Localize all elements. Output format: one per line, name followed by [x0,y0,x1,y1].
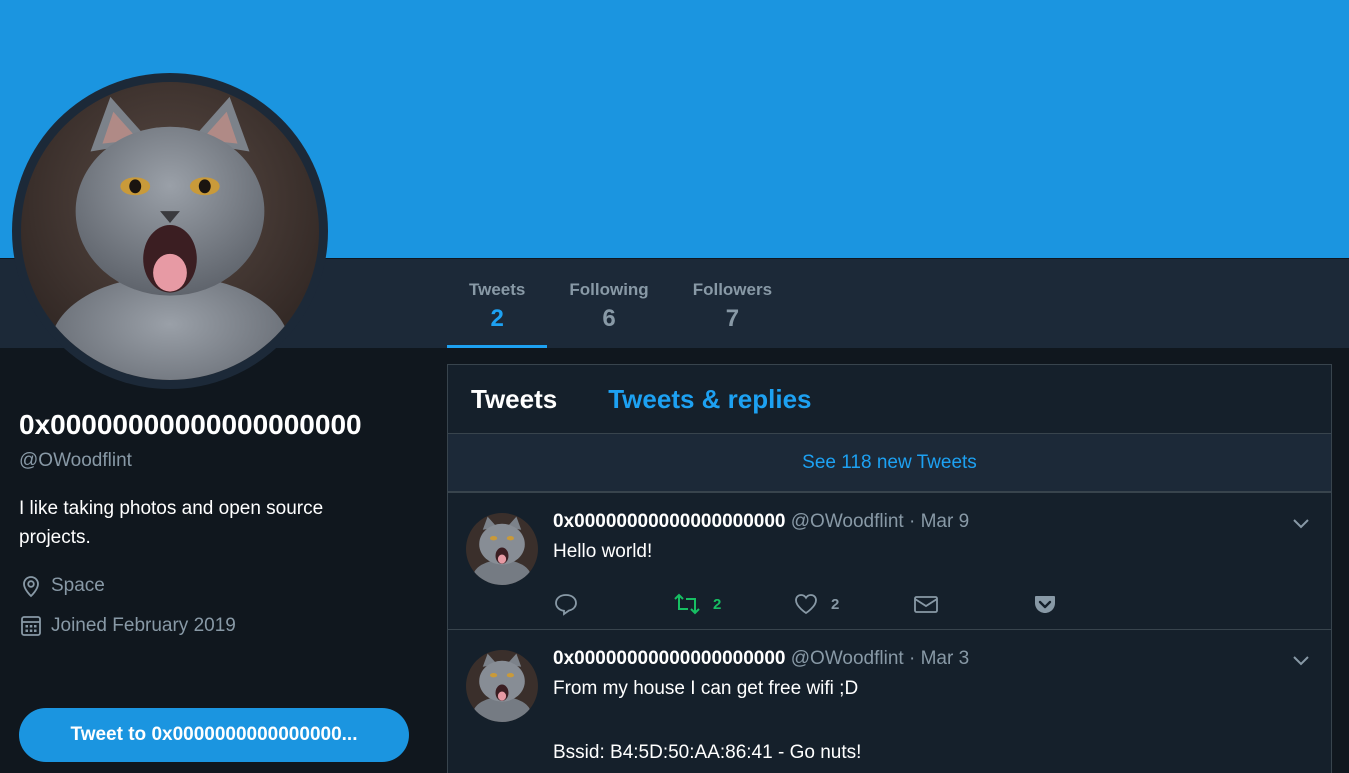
tweet-author-handle[interactable]: @OWoodflint [791,511,904,532]
stat-tweets[interactable]: Tweets 2 [447,258,548,348]
profile-location: Space [19,572,409,600]
profile-joined: Joined February 2019 [19,612,409,640]
stat-value: 7 [725,305,740,332]
tweet-avatar[interactable] [466,650,538,722]
tweet-author-name[interactable]: 0x00000000000000000000 [553,648,785,669]
direct-message-button[interactable] [913,592,1033,616]
tab-tweets[interactable]: Tweets [471,384,557,415]
chevron-down-icon[interactable] [1291,650,1311,670]
chevron-down-icon[interactable] [1291,513,1311,533]
tweet-header: 0x00000000000000000000 @OWoodflint · Mar… [553,646,1311,672]
location-text: Space [51,575,105,596]
tweet-header: 0x00000000000000000000 @OWoodflint · Mar… [553,509,1311,535]
tweet-text-line: From my house I can get free wifi ;D [553,678,859,699]
timeline: Tweets Tweets & replies See 118 new Twee… [447,364,1332,773]
calendar-icon [21,616,41,636]
reply-icon [555,594,577,616]
mail-icon [914,596,938,613]
tweet-text-line [553,706,1311,736]
profile-bio: I like taking photos and open source pro… [19,498,324,548]
stat-value: 2 [490,305,504,332]
tweet-to-button[interactable]: Tweet to 0x0000000000000000... [19,708,409,762]
profile-display-name: 0x00000000000000000000 [19,409,362,440]
new-tweets-bar[interactable]: See 118 new Tweets [448,434,1331,493]
profile-avatar[interactable] [12,73,328,389]
joined-text: Joined February 2019 [51,615,236,636]
like-button[interactable]: 2 [793,592,913,616]
stat-label: Following [569,280,649,299]
reply-button[interactable] [553,592,673,616]
profile-handle[interactable]: @OWoodflint [19,448,409,474]
map-pin-icon [23,576,39,598]
retweet-button[interactable]: 2 [673,592,793,616]
tweet-actions: 2 2 [553,579,1311,629]
heart-icon [795,594,817,615]
pocket-icon [1035,596,1055,613]
stat-following[interactable]: Following 6 [547,258,670,348]
retweet-icon [674,593,700,615]
tweet-author-handle[interactable]: @OWoodflint [791,648,904,669]
pocket-button[interactable] [1033,592,1093,616]
tweet-item[interactable]: 0x00000000000000000000 @OWoodflint · Mar… [448,630,1331,768]
tweet-separator: · [908,648,916,669]
tweet-text: Hello world! [553,541,653,562]
retweet-count: 2 [713,595,722,613]
tab-tweets-and-replies[interactable]: Tweets & replies [608,384,811,415]
stat-followers[interactable]: Followers 7 [671,258,794,348]
cat-photo [21,82,319,380]
like-count: 2 [831,595,840,613]
timeline-tabs: Tweets Tweets & replies [448,365,1331,434]
tweet-separator: · [908,511,916,532]
tweet-item[interactable]: 0x00000000000000000000 @OWoodflint · Mar… [448,493,1331,630]
tweet-text-line: Bssid: B4:5D:50:AA:86:41 - Go nuts! [553,742,862,763]
tweet-date[interactable]: Mar 3 [921,648,970,669]
stat-label: Followers [692,280,773,299]
stat-label: Tweets [469,280,526,299]
tweet-date[interactable]: Mar 9 [921,511,970,532]
profile-card: 0x00000000000000000000 @OWoodflint I lik… [19,404,409,640]
tweet-author-name[interactable]: 0x00000000000000000000 [553,511,785,532]
stat-value: 6 [602,305,616,332]
profile-stats: Tweets 2 Following 6 Followers 7 [447,258,794,348]
tweet-avatar[interactable] [466,513,538,585]
